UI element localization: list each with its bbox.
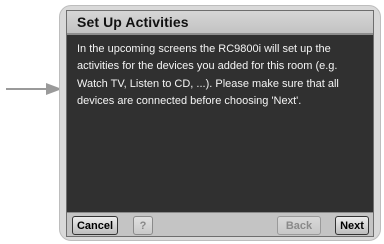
cancel-button[interactable]: Cancel [72,216,118,235]
dialog-title: Set Up Activities [77,14,189,30]
button-bar: Cancel ? Back Next [67,212,373,236]
next-button[interactable]: Next [335,216,369,235]
back-button[interactable]: Back [277,216,321,235]
dialog-message: In the upcoming screens the RC9800i will… [77,43,339,108]
help-button[interactable]: ? [133,216,153,235]
arrow-right-icon [6,83,62,95]
title-bar: Set Up Activities [67,11,373,35]
remote-screen: Set Up Activities In the upcoming screen… [66,10,374,237]
